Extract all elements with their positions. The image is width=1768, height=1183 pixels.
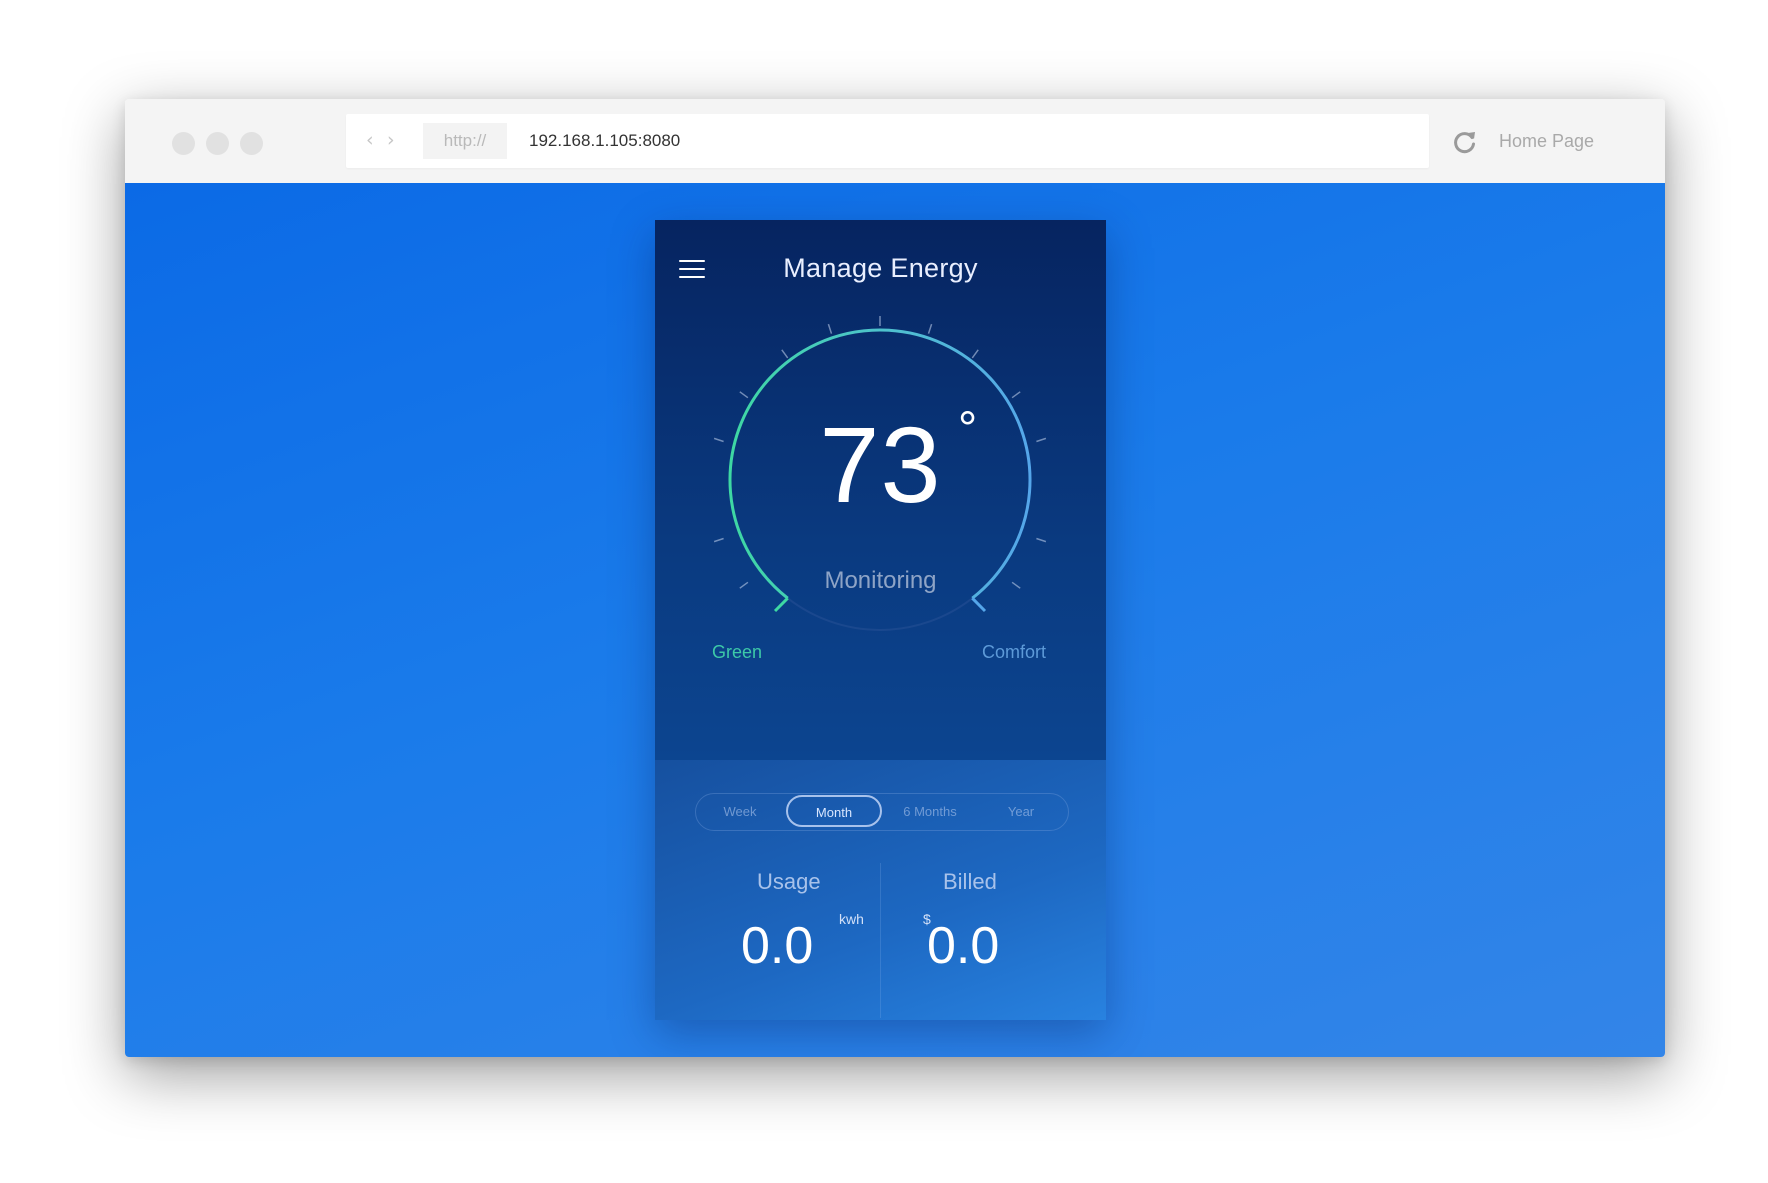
degree-symbol: °: [958, 403, 978, 456]
gauge-green-cap: [773, 597, 789, 613]
page-content: Manage Energy 73 ° Monitoring Green Comf…: [125, 183, 1665, 1057]
page-title: Manage Energy: [783, 253, 978, 283]
billed-value: 0.0: [927, 917, 1000, 975]
browser-window: ‹ › http:// 192.168.1.105:8080 Home Page…: [125, 99, 1665, 1057]
status-label: Monitoring: [824, 567, 937, 594]
period-selector: Week Month 6 Months Year: [695, 793, 1069, 831]
gauge-track: [787, 597, 973, 631]
gauge-green-label: Green: [712, 642, 763, 662]
window-close-button[interactable]: [172, 132, 195, 155]
period-tab-year[interactable]: Year: [976, 794, 1066, 830]
usage-label: Usage: [757, 869, 821, 894]
period-tab-6-months[interactable]: 6 Months: [884, 794, 976, 830]
period-tab-week[interactable]: Week: [696, 794, 784, 830]
address-bar[interactable]: ‹ › http:// 192.168.1.105:8080: [346, 114, 1429, 168]
gauge-comfort-label: Comfort: [982, 642, 1047, 662]
reload-icon[interactable]: [1451, 128, 1479, 156]
chevron-left-icon[interactable]: ‹: [366, 128, 374, 152]
home-page-link[interactable]: Home Page: [1499, 126, 1594, 156]
energy-app-panel: Manage Energy 73 ° Monitoring Green Comf…: [655, 220, 1106, 1020]
usage-unit: kwh: [839, 911, 864, 927]
browser-toolbar: ‹ › http:// 192.168.1.105:8080 Home Page: [125, 99, 1665, 183]
period-tab-month[interactable]: Month: [786, 795, 882, 827]
usage-value: 0.0: [741, 917, 814, 975]
window-maximize-button[interactable]: [240, 132, 263, 155]
gauge-comfort-cap: [971, 597, 987, 613]
url-scheme: http://: [423, 123, 507, 159]
window-minimize-button[interactable]: [206, 132, 229, 155]
temperature-value: 73: [819, 404, 942, 525]
url-address[interactable]: 192.168.1.105:8080: [529, 123, 680, 159]
billed-label: Billed: [943, 869, 997, 894]
stats-divider: [880, 863, 881, 1018]
chevron-right-icon[interactable]: ›: [387, 128, 395, 152]
